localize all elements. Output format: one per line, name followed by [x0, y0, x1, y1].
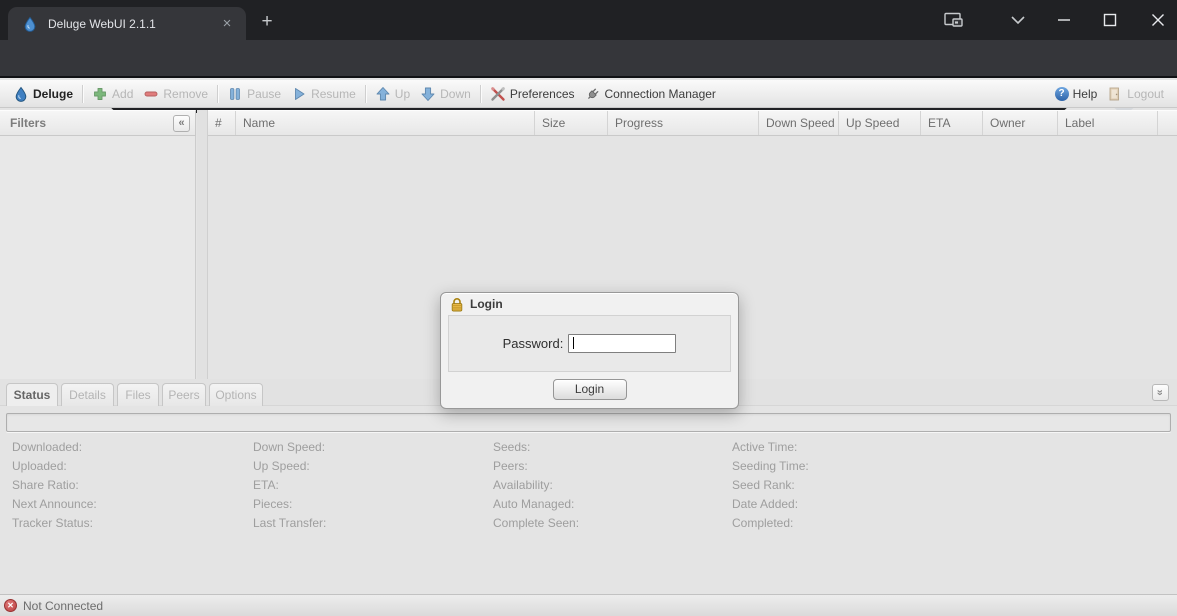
logout-button[interactable]: Logout: [1102, 83, 1169, 105]
tab-status[interactable]: Status: [6, 383, 58, 406]
chevron-down-icon[interactable]: [1000, 0, 1036, 40]
panel-splitter[interactable]: [197, 110, 208, 379]
label-down-speed: Down Speed:: [253, 440, 326, 459]
label-complete-seen: Complete Seen:: [493, 516, 579, 535]
tab-details[interactable]: Details: [61, 383, 114, 406]
minimize-button[interactable]: [1046, 0, 1082, 40]
label-date-added: Date Added:: [732, 497, 809, 516]
column-header-downspeed[interactable]: Down Speed: [759, 111, 839, 135]
column-header-upspeed[interactable]: Up Speed: [839, 111, 921, 135]
status-labels-col4: Active Time: Seeding Time: Seed Rank: Da…: [732, 440, 809, 535]
label-eta: ETA:: [253, 478, 326, 497]
filters-panel-header: Filters «: [0, 110, 196, 136]
column-header-label[interactable]: Label: [1058, 111, 1158, 135]
torrent-progress-bar: [6, 413, 1171, 432]
label-pieces: Pieces:: [253, 497, 326, 516]
tab-peers[interactable]: Peers: [162, 383, 206, 406]
browser-tab[interactable]: Deluge WebUI 2.1.1 ×: [8, 7, 246, 40]
help-button[interactable]: ? Help: [1050, 83, 1103, 105]
preferences-tools-icon: [490, 86, 506, 102]
logout-door-icon: [1107, 86, 1123, 102]
tab-files[interactable]: Files: [117, 383, 159, 406]
window-close-button[interactable]: [1138, 0, 1177, 40]
remove-button[interactable]: Remove: [138, 83, 213, 105]
pause-button[interactable]: Pause: [222, 83, 286, 105]
label-peers: Peers:: [493, 459, 579, 478]
login-dialog: Login Password: Login: [440, 292, 739, 409]
label-up-speed: Up Speed:: [253, 459, 326, 478]
login-dialog-title: Login: [470, 297, 503, 311]
screen: Deluge WebUI 2.1.1 × +: [0, 0, 1177, 616]
filters-title: Filters: [10, 116, 46, 130]
plug-icon: [585, 86, 601, 102]
connection-manager-button[interactable]: Connection Manager: [580, 83, 721, 105]
browser-tab-bar: Deluge WebUI 2.1.1 × +: [0, 0, 1177, 40]
deluge-favicon-icon: [22, 16, 38, 32]
label-completed: Completed:: [732, 516, 809, 535]
status-labels-col3: Seeds: Peers: Availability: Auto Managed…: [493, 440, 579, 535]
up-arrow-icon: [375, 86, 391, 102]
label-auto-managed: Auto Managed:: [493, 497, 579, 516]
resume-play-icon: [291, 86, 307, 102]
password-label: Password:: [503, 336, 564, 351]
deluge-logo-icon: [13, 86, 29, 102]
label-seed-rank: Seed Rank:: [732, 478, 809, 497]
tab-options[interactable]: Options: [209, 383, 263, 406]
filters-collapse-button[interactable]: «: [173, 115, 190, 132]
text-caret: [573, 337, 574, 349]
login-button[interactable]: Login: [553, 379, 627, 400]
label-active-time: Active Time:: [732, 440, 809, 459]
help-icon: ?: [1055, 87, 1069, 101]
label-next-announce: Next Announce:: [12, 497, 97, 516]
label-tracker-status: Tracker Status:: [12, 516, 97, 535]
preferences-button[interactable]: Preferences: [485, 83, 580, 105]
add-plus-icon: [92, 86, 108, 102]
deluge-toolbar: Deluge Add Remove Pause Resume: [0, 80, 1177, 108]
password-input[interactable]: [568, 334, 676, 353]
add-button[interactable]: Add: [87, 83, 138, 105]
pause-icon: [227, 86, 243, 102]
new-tab-button[interactable]: +: [256, 11, 278, 33]
label-share-ratio: Share Ratio:: [12, 478, 97, 497]
label-availability: Availability:: [493, 478, 579, 497]
column-header-filler: [1158, 111, 1177, 135]
resume-button[interactable]: Resume: [286, 83, 361, 105]
login-dialog-footer: Login: [441, 372, 738, 406]
connection-status-bar: ✕ Not Connected: [0, 594, 1177, 616]
down-arrow-icon: [420, 86, 436, 102]
torrent-grid-header: # Name Size Progress Down Speed Up Speed…: [208, 110, 1177, 136]
tab-close-icon[interactable]: ×: [218, 15, 236, 33]
column-header-number[interactable]: #: [208, 111, 236, 135]
status-labels-col2: Down Speed: Up Speed: ETA: Pieces: Last …: [253, 440, 326, 535]
column-header-progress[interactable]: Progress: [608, 111, 759, 135]
queue-down-button[interactable]: Down: [415, 83, 476, 105]
queue-up-button[interactable]: Up: [370, 83, 415, 105]
not-connected-icon: ✕: [4, 599, 17, 612]
login-dialog-header: Login: [441, 293, 738, 315]
connection-status-text: Not Connected: [23, 599, 103, 613]
deluge-brand: Deluge: [8, 83, 78, 105]
tab-preview-icon[interactable]: [936, 0, 972, 40]
login-dialog-body: Password:: [448, 315, 731, 372]
lock-icon: [450, 297, 464, 312]
filters-panel-body: [0, 136, 196, 379]
column-header-owner[interactable]: Owner: [983, 111, 1058, 135]
label-seeds: Seeds:: [493, 440, 579, 459]
tab-title: Deluge WebUI 2.1.1: [48, 17, 218, 31]
maximize-button[interactable]: [1092, 0, 1128, 40]
browser-navbar: Inseguro 192.168.0.117 :8112 ☆ ⋮: [0, 40, 1177, 78]
remove-minus-icon: [143, 86, 159, 102]
label-seeding-time: Seeding Time:: [732, 459, 809, 478]
label-downloaded: Downloaded:: [12, 440, 97, 459]
panel-collapse-button[interactable]: «: [1152, 384, 1169, 401]
label-last-transfer: Last Transfer:: [253, 516, 326, 535]
status-labels-col1: Downloaded: Uploaded: Share Ratio: Next …: [12, 440, 97, 535]
label-uploaded: Uploaded:: [12, 459, 97, 478]
column-header-size[interactable]: Size: [535, 111, 608, 135]
column-header-name[interactable]: Name: [236, 111, 535, 135]
column-header-eta[interactable]: ETA: [921, 111, 983, 135]
